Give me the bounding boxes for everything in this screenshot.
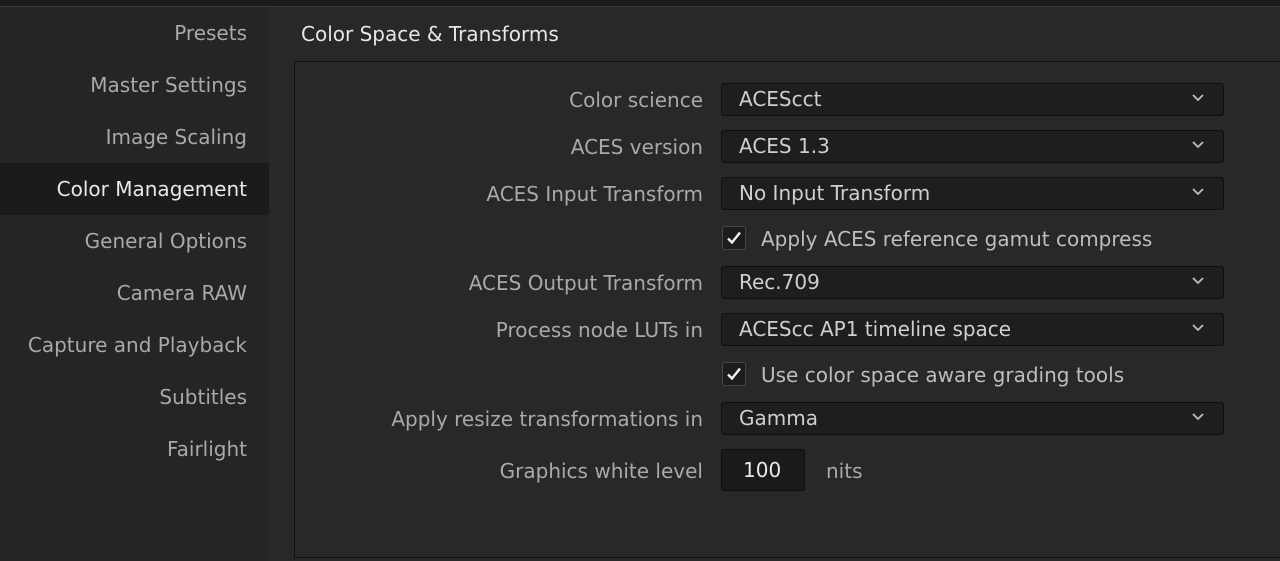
sidebar-item-subtitles[interactable]: Subtitles xyxy=(0,371,269,423)
aces-version-value: ACES 1.3 xyxy=(739,134,830,158)
sidebar-item-master-settings[interactable]: Master Settings xyxy=(0,59,269,111)
gamut-compress-checkbox[interactable] xyxy=(722,226,746,250)
aces-input-transform-dropdown[interactable]: No Input Transform xyxy=(721,177,1224,210)
sidebar-item-image-scaling[interactable]: Image Scaling xyxy=(0,111,269,163)
sidebar-item-camera-raw[interactable]: Camera RAW xyxy=(0,267,269,319)
color-space-aware-checkbox[interactable] xyxy=(722,362,746,386)
chevron-down-icon xyxy=(1192,94,1204,102)
resize-transformations-label: Apply resize transformations in xyxy=(391,407,703,431)
chevron-down-icon xyxy=(1192,324,1204,332)
checkmark-icon xyxy=(727,231,741,245)
graphics-white-level-label: Graphics white level xyxy=(499,459,703,483)
process-node-luts-dropdown[interactable]: ACEScc AP1 timeline space xyxy=(721,313,1224,346)
aces-output-transform-value: Rec.709 xyxy=(739,270,820,294)
process-node-luts-value: ACEScc AP1 timeline space xyxy=(739,317,1012,341)
aces-output-transform-label: ACES Output Transform xyxy=(468,271,703,295)
settings-sidebar: Presets Master Settings Image Scaling Co… xyxy=(0,7,269,561)
graphics-white-level-unit: nits xyxy=(826,459,863,483)
process-node-luts-label: Process node LUTs in xyxy=(495,318,703,342)
color-science-dropdown[interactable]: ACEScct xyxy=(721,83,1224,116)
aces-version-dropdown[interactable]: ACES 1.3 xyxy=(721,130,1224,163)
aces-input-transform-value: No Input Transform xyxy=(739,181,931,205)
sidebar-item-fairlight[interactable]: Fairlight xyxy=(0,423,269,475)
checkmark-icon xyxy=(727,367,741,381)
sidebar-item-color-management[interactable]: Color Management xyxy=(0,163,269,215)
resize-transformations-dropdown[interactable]: Gamma xyxy=(721,402,1224,435)
chevron-down-icon xyxy=(1192,413,1204,421)
sidebar-item-general-options[interactable]: General Options xyxy=(0,215,269,267)
resize-transformations-value: Gamma xyxy=(739,406,818,430)
color-space-aware-label: Use color space aware grading tools xyxy=(761,363,1125,387)
chevron-down-icon xyxy=(1192,188,1204,196)
sidebar-item-presets[interactable]: Presets xyxy=(0,7,269,59)
gamut-compress-label: Apply ACES reference gamut compress xyxy=(761,227,1153,251)
aces-output-transform-dropdown[interactable]: Rec.709 xyxy=(721,266,1224,299)
chevron-down-icon xyxy=(1192,277,1204,285)
chevron-down-icon xyxy=(1192,141,1204,149)
graphics-white-level-input[interactable] xyxy=(721,449,805,491)
aces-version-label: ACES version xyxy=(570,135,703,159)
aces-input-transform-label: ACES Input Transform xyxy=(486,182,703,206)
color-science-value: ACEScct xyxy=(739,87,822,111)
sidebar-item-capture-and-playback[interactable]: Capture and Playback xyxy=(0,319,269,371)
section-title: Color Space & Transforms xyxy=(301,22,559,46)
color-science-label: Color science xyxy=(569,88,703,112)
top-border-bar xyxy=(0,0,1280,7)
